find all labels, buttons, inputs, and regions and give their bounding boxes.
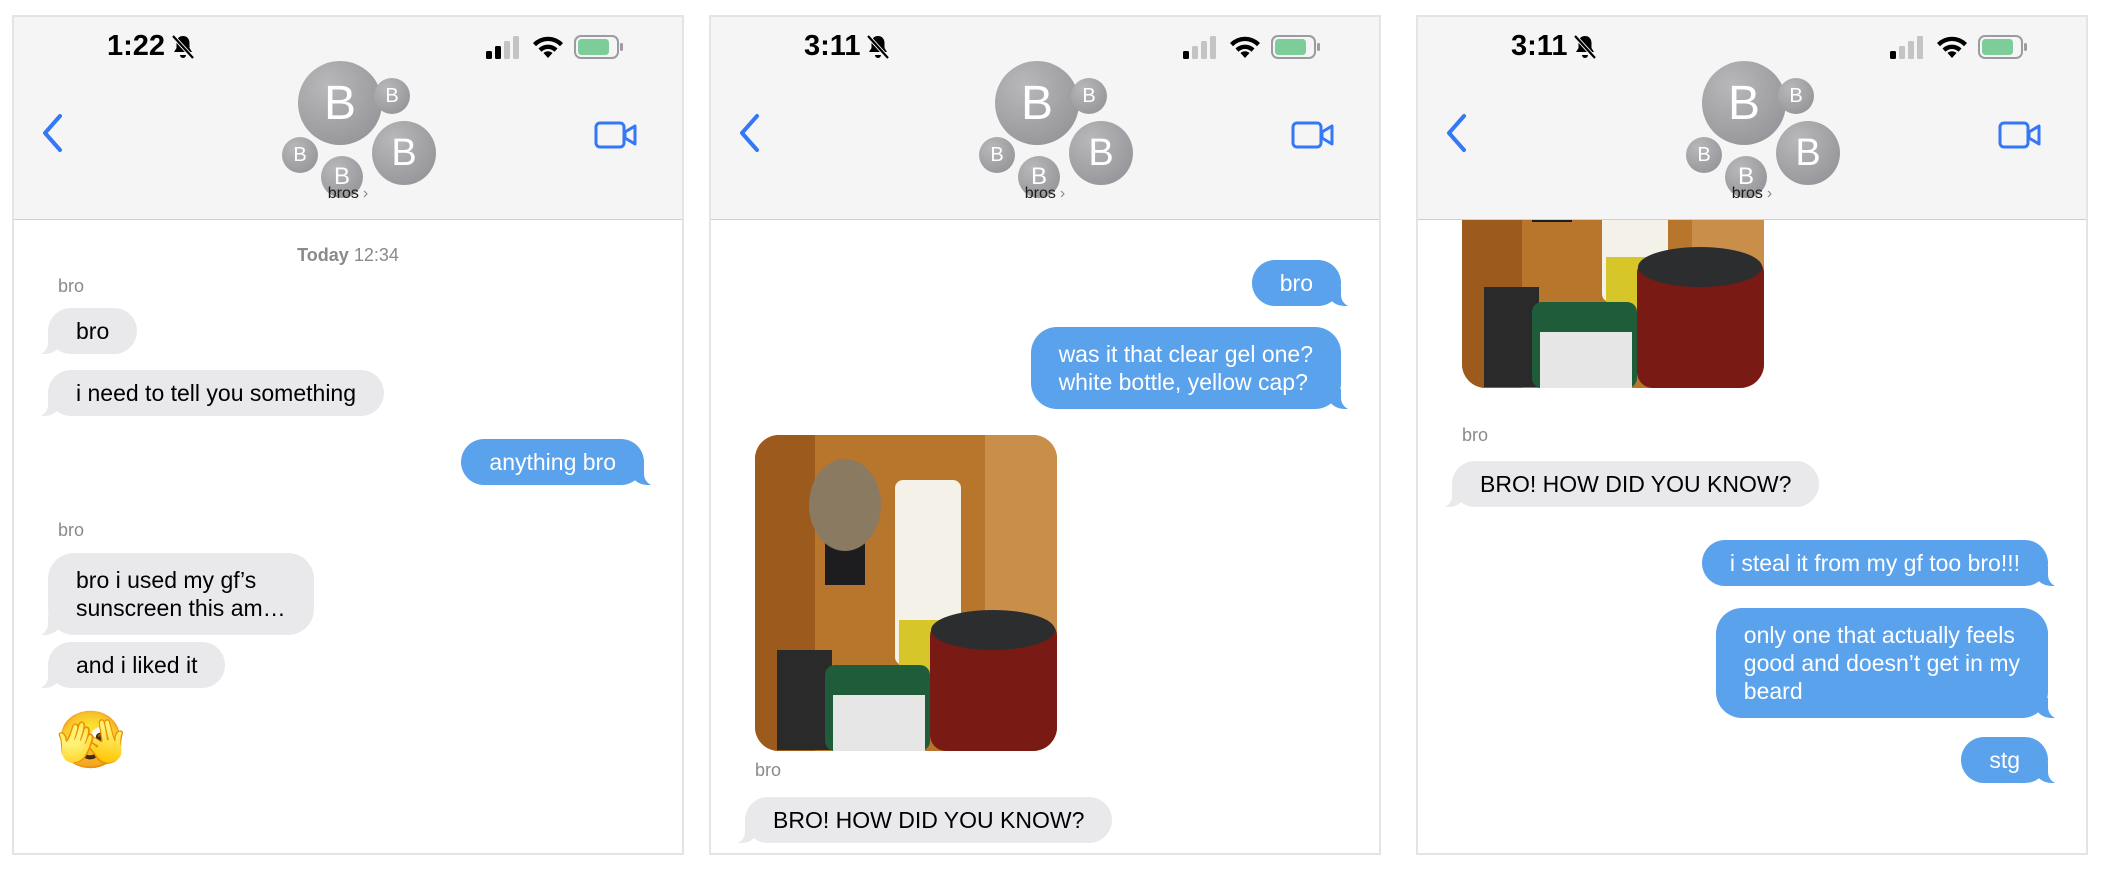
clock: 1:22	[107, 30, 166, 62]
sender-label: bro	[58, 276, 85, 296]
chevron-right-icon: ›	[362, 185, 369, 202]
sender-label: bro	[755, 760, 782, 780]
sender-label: bro	[1462, 425, 1489, 445]
battery-icon	[1978, 35, 2027, 59]
phone-screen-1: 1:22 B B B B B bros › Today 12:34 bro br…	[12, 15, 684, 855]
avatar: B	[372, 121, 436, 185]
message-list: Today 12:34 bro bro i need to tell you s…	[14, 220, 682, 853]
avatar: B	[282, 137, 318, 173]
avatar: B	[1778, 78, 1814, 114]
mute-bell-icon	[866, 34, 890, 59]
back-chevron-icon[interactable]	[40, 113, 66, 153]
status-icons	[1183, 35, 1321, 59]
avatar: B	[1686, 137, 1722, 173]
clock: 3:11	[1511, 30, 1568, 62]
conversation-header: 1:22 B B B B B bros ›	[14, 17, 682, 220]
group-name[interactable]: bros ›	[1418, 185, 2086, 203]
avatar: B	[1069, 121, 1133, 185]
chevron-right-icon: ›	[1766, 185, 1773, 202]
chevron-right-icon: ›	[1059, 185, 1066, 202]
wifi-icon	[1937, 36, 1967, 58]
outgoing-message[interactable]: anything bro	[461, 439, 668, 486]
outgoing-message[interactable]: bro	[1251, 260, 1366, 307]
back-chevron-icon[interactable]	[1444, 113, 1470, 153]
sender-label: bro	[58, 520, 85, 540]
timestamp: Today 12:34	[297, 245, 399, 265]
clock: 3:11	[804, 30, 861, 62]
avatar: B	[1071, 78, 1107, 114]
group-name[interactable]: bros ›	[14, 185, 682, 203]
message-list: bro BRO! HOW DID YOU KNOW? i steal it fr…	[1418, 180, 2086, 853]
phone-screen-2: 3:11 B B B B B bros › bro was it that cl…	[709, 15, 1381, 855]
video-camera-icon[interactable]	[1998, 121, 2042, 149]
group-avatar[interactable]: B B B B B	[1670, 45, 1842, 198]
avatar: B	[374, 78, 410, 114]
battery-icon	[1271, 35, 1320, 59]
message-list: bro was it that clear gel one? white bot…	[711, 220, 1379, 853]
battery-icon	[574, 35, 623, 59]
back-chevron-icon[interactable]	[737, 113, 763, 153]
avatar: B	[1776, 121, 1840, 185]
conversation-header: 3:11 B B B B B bros ›	[1418, 17, 2086, 220]
avatar: B	[298, 61, 382, 145]
phone-screen-3: 3:11 B B B B B bros › bro BRO! HOW DID Y…	[1416, 15, 2088, 855]
status-time: 3:11	[804, 30, 890, 63]
wifi-icon	[1230, 36, 1260, 58]
outgoing-message[interactable]: stg	[1961, 737, 2072, 784]
incoming-message[interactable]: BRO! HOW DID YOU KNOW?	[1427, 461, 1820, 508]
avatar: B	[1702, 61, 1786, 145]
video-camera-icon[interactable]	[1291, 121, 1335, 149]
conversation-header: 3:11 B B B B B bros ›	[711, 17, 1379, 220]
group-avatar[interactable]: B B B B B	[963, 45, 1135, 198]
cellular-signal-icon	[1890, 36, 1923, 59]
group-avatar[interactable]: B B B B B	[266, 45, 438, 198]
avatar: B	[979, 137, 1015, 173]
avatar: B	[995, 61, 1079, 145]
cellular-signal-icon	[1183, 36, 1216, 59]
status-time: 3:11	[1511, 30, 1597, 63]
mute-bell-icon	[171, 34, 195, 59]
incoming-message[interactable]: bro	[23, 308, 138, 355]
incoming-message[interactable]: bro i used my gf’s sunscreen this am…	[24, 553, 314, 636]
status-icons	[486, 35, 624, 59]
wifi-icon	[533, 36, 563, 58]
video-camera-icon[interactable]	[594, 121, 638, 149]
group-name[interactable]: bros ›	[711, 185, 1379, 203]
incoming-message[interactable]: and i liked it	[23, 642, 226, 689]
shaving-kit-photo	[755, 435, 1057, 751]
status-time: 1:22	[107, 30, 195, 63]
emoji-message[interactable]: 🫣	[56, 708, 126, 772]
cellular-signal-icon	[486, 36, 519, 59]
incoming-message[interactable]: i need to tell you something	[23, 370, 385, 417]
outgoing-message[interactable]: only one that actually feels good and do…	[1715, 608, 2073, 719]
status-icons	[1890, 35, 2028, 59]
incoming-message[interactable]: BRO! HOW DID YOU KNOW?	[720, 797, 1113, 844]
photo-attachment[interactable]	[755, 435, 1057, 751]
mute-bell-icon	[1573, 34, 1597, 59]
outgoing-message[interactable]: i steal it from my gf too bro!!!	[1701, 540, 2073, 587]
outgoing-message[interactable]: was it that clear gel one? white bottle,…	[1030, 327, 1366, 410]
